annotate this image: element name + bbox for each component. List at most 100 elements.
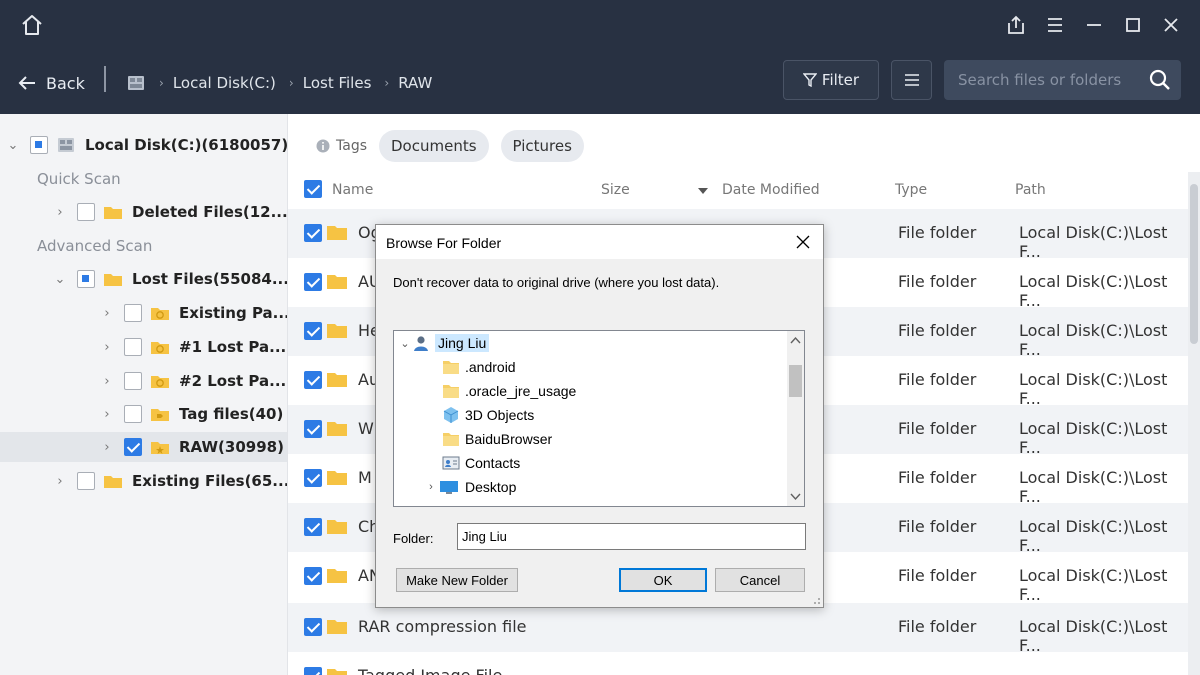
row-checkbox[interactable] [304,518,322,536]
chevron-right-icon[interactable]: › [100,340,114,355]
dialog-title: Browse For Folder [386,235,502,251]
table-row[interactable]: RAR compression file File folder Local D… [288,603,1188,655]
column-name[interactable]: Name [332,182,373,198]
table-scrollbar[interactable] [1188,172,1200,675]
chevron-right-icon: › [384,76,390,90]
folder-node[interactable]: BaiduBrowser [442,428,552,450]
select-all-checkbox[interactable] [304,180,322,198]
tree-item-lost-partition-1[interactable]: › #1 Lost Pa... [0,332,287,362]
folder-icon [327,226,347,240]
chevron-right-icon[interactable]: › [100,374,114,389]
close-icon[interactable] [1160,14,1182,36]
folder-tree[interactable]: ⌄ Jing Liu .android .oracle_jre_usage 3D… [393,330,805,507]
chevron-right-icon[interactable]: › [100,306,114,321]
chevron-down-icon[interactable]: ⌄ [53,272,67,287]
home-icon[interactable] [20,13,44,37]
row-checkbox[interactable] [304,273,322,291]
maximize-icon[interactable] [1122,14,1144,36]
tree-checkbox[interactable] [124,405,142,423]
back-button[interactable]: Back [18,69,85,97]
scroll-up-icon[interactable] [790,335,801,346]
tree-item-lost-partition-2[interactable]: › #2 Lost Pa... [0,366,287,396]
chevron-right-icon[interactable]: › [53,205,67,220]
row-type: File folder [898,321,977,340]
tree-checkbox[interactable] [124,338,142,356]
tree-checkbox[interactable] [77,270,95,288]
desktop-icon [440,481,458,494]
tree-checkbox[interactable] [77,472,95,490]
tags-bar: Tags Documents Pictures [316,130,584,162]
tree-item-raw[interactable]: › RAW(30998) [0,432,287,462]
row-name: Tagged Image File [358,666,502,675]
column-type[interactable]: Type [895,182,927,198]
folder-label: Folder: [393,531,434,546]
tree-item-lost-files[interactable]: ⌄ Lost Files(55084... [0,264,287,294]
tree-item-label: Existing Pa... [179,304,287,322]
resize-grip-icon[interactable] [811,595,821,605]
tree-checkbox[interactable] [77,203,95,221]
tree-root-local-disk[interactable]: ⌄ Local Disk(C:)(6180057) [0,130,287,160]
chevron-down-icon[interactable]: ⌄ [6,138,20,153]
breadcrumb-item[interactable]: RAW [398,74,432,92]
chevron-right-icon[interactable]: › [424,481,438,493]
tree-checkbox[interactable] [30,136,48,154]
drive-icon [128,76,144,90]
tag-chip-pictures[interactable]: Pictures [500,130,584,162]
row-checkbox[interactable] [304,322,322,340]
chevron-right-icon: › [288,76,294,90]
folder-node[interactable]: Contacts [442,452,520,474]
folder-node[interactable]: 3D Objects [442,404,534,426]
folder-input[interactable] [458,524,805,549]
folder-tree-scrollbar[interactable] [787,331,804,506]
tree-item-tag-files[interactable]: › Tag files(40) [0,399,287,429]
folder-node[interactable]: .android [442,356,516,378]
tree-item-existing-partition[interactable]: › Existing Pa... [0,298,287,328]
scrollbar-thumb[interactable] [1190,184,1198,344]
breadcrumb-item[interactable]: Local Disk(C:) [173,74,276,92]
tree-checkbox[interactable] [124,372,142,390]
tree-item-deleted-files[interactable]: › Deleted Files(12... [0,197,287,227]
folder-icon [327,373,347,387]
column-size[interactable]: Size [601,182,630,198]
row-checkbox[interactable] [304,667,322,675]
cancel-button[interactable]: Cancel [715,568,805,592]
row-checkbox[interactable] [304,567,322,585]
row-checkbox[interactable] [304,371,322,389]
folder-node-jing-liu[interactable]: ⌄ Jing Liu [398,332,490,354]
menu-icon[interactable] [1044,14,1066,36]
minimize-icon[interactable] [1083,14,1105,36]
folder-node[interactable]: › Desktop [424,476,516,498]
close-icon[interactable] [795,234,811,250]
scroll-down-icon[interactable] [790,491,801,502]
breadcrumb-item[interactable]: Lost Files [303,74,372,92]
view-toggle-button[interactable] [891,60,932,100]
make-new-folder-button[interactable]: Make New Folder [396,568,518,592]
filter-button[interactable]: Filter [783,60,879,100]
row-checkbox[interactable] [304,420,322,438]
tree-checkbox[interactable] [124,438,142,456]
column-path[interactable]: Path [1015,182,1046,198]
row-checkbox[interactable] [304,224,322,242]
column-date-modified[interactable]: Date Modified [722,182,820,198]
search-input[interactable] [944,60,1144,100]
row-checkbox[interactable] [304,469,322,487]
tree-checkbox[interactable] [124,304,142,322]
tags-label: Tags [336,138,367,154]
chevron-down-icon[interactable]: ⌄ [398,337,412,350]
ok-button[interactable]: OK [619,568,707,592]
row-path: Local Disk(C:)\Lost F... [1019,468,1168,506]
chevron-right-icon[interactable]: › [100,407,114,422]
scrollbar-thumb[interactable] [789,365,802,397]
tag-chip-documents[interactable]: Documents [379,130,489,162]
folder-icon [443,433,459,446]
folder-node[interactable]: .oracle_jre_usage [442,380,576,402]
search-icon[interactable] [1149,69,1171,91]
row-checkbox[interactable] [304,618,322,636]
table-row[interactable]: Tagged Image File [288,652,1188,675]
share-icon[interactable] [1005,14,1027,36]
chevron-right-icon[interactable]: › [53,474,67,489]
tree-item-existing-files[interactable]: › Existing Files(65... [0,466,287,496]
chevron-right-icon[interactable]: › [100,440,114,455]
sort-desc-icon[interactable] [698,188,708,194]
row-type: File folder [898,517,977,536]
